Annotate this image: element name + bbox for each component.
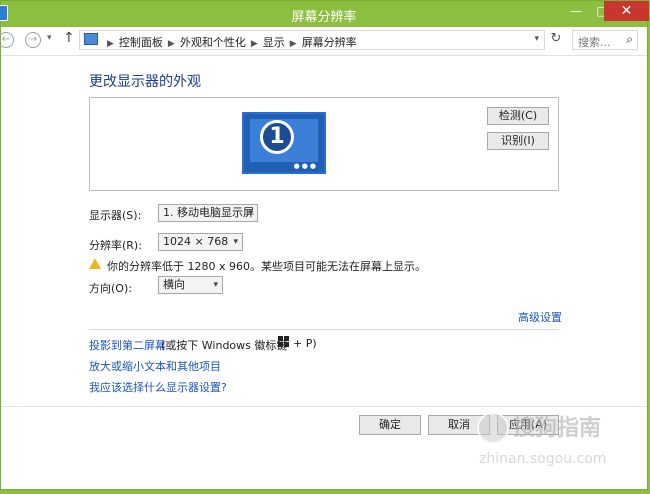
display-preview: 1 ●●● 检测(C) 识别(I) xyxy=(89,97,559,191)
window-title: 屏幕分辨率 xyxy=(291,10,357,25)
advanced-settings-link[interactable]: 高级设置 xyxy=(518,309,562,325)
resolution-select[interactable]: 1024 × 768 ▾ xyxy=(158,233,243,251)
breadcrumb-appearance[interactable]: 外观和个性化 xyxy=(180,36,246,49)
control-panel-icon xyxy=(84,33,98,45)
display-label: 显示器(S): xyxy=(89,209,142,222)
warning-icon xyxy=(89,258,101,269)
refresh-icon[interactable]: ↻ xyxy=(547,31,565,49)
back-button[interactable]: ← xyxy=(0,32,14,48)
search-input[interactable]: 搜索... ⌕ xyxy=(572,30,638,50)
screen-resolution-window: 屏幕分辨率 — □ ✕ ← → ▾ ↑ ▶ 控制面板 ▶ 外观和个性化 ▶ 显示 ▶ 屏幕分辨… xyxy=(0,0,649,490)
breadcrumb-control-panel[interactable]: 控制面板 xyxy=(119,36,163,49)
project-shortcut-hint: (或按下 Windows 徽标键 xyxy=(161,339,288,352)
breadcrumb-screen-resolution[interactable]: 屏幕分辨率 xyxy=(302,36,357,49)
footer-divider xyxy=(1,406,647,407)
divider xyxy=(89,329,559,330)
chevron-right-icon: ▶ xyxy=(107,39,114,49)
orientation-label: 方向(O): xyxy=(89,282,132,295)
ok-button[interactable]: 确定 xyxy=(359,415,421,435)
resolution-label: 分辨率(R): xyxy=(89,239,142,252)
breadcrumb-display[interactable]: 显示 xyxy=(263,36,285,49)
page-title: 更改显示器的外观 xyxy=(89,74,201,90)
zoom-text-link[interactable]: 放大或缩小文本和其他项目 xyxy=(89,358,221,374)
minimize-button[interactable]: — xyxy=(563,1,589,21)
display-select-value: 1. 移动电脑显示屏 xyxy=(163,206,254,219)
display-select[interactable]: 1. 移动电脑显示屏 ▾ xyxy=(158,204,258,222)
search-placeholder: 搜索... xyxy=(578,36,611,49)
windows-logo-icon xyxy=(278,336,289,347)
watermark-logo-icon xyxy=(477,412,509,444)
resolution-warning: 你的分辨率低于 1280 x 960。某些项目可能无法在屏幕上显示。 xyxy=(107,260,426,273)
help-display-settings-link[interactable]: 我应该选择什么显示器设置? xyxy=(89,379,227,395)
recent-locations-icon[interactable]: ▾ xyxy=(47,33,52,43)
address-bar: ← → ▾ ↑ ▶ 控制面板 ▶ 外观和个性化 ▶ 显示 ▶ 屏幕分辨率 ▾ ↻ 搜索... … xyxy=(0,27,647,56)
project-second-screen-link[interactable]: 投影到第二屏幕 xyxy=(89,337,166,353)
breadcrumb: ▶ 控制面板 ▶ 外观和个性化 ▶ 显示 ▶ 屏幕分辨率 xyxy=(102,34,357,50)
chevron-right-icon: ▶ xyxy=(250,39,258,49)
chevron-right-icon: ▶ xyxy=(289,39,297,49)
chevron-down-icon: ▾ xyxy=(233,237,238,247)
up-arrow-icon[interactable]: ↑ xyxy=(63,30,75,46)
project-shortcut-key: + P) xyxy=(293,337,317,350)
path-box[interactable]: ▶ 控制面板 ▶ 外观和个性化 ▶ 显示 ▶ 屏幕分辨率 ▾ xyxy=(79,30,545,50)
close-button[interactable]: ✕ xyxy=(604,1,649,21)
orientation-select[interactable]: 横向 ▾ xyxy=(158,276,223,294)
watermark-text: 搜狗指南 xyxy=(513,416,602,441)
identify-button[interactable]: 识别(I) xyxy=(487,132,549,150)
chevron-right-icon: ▶ xyxy=(167,39,175,49)
watermark-url: zhinan.sogou.com xyxy=(479,451,607,467)
chevron-down-icon[interactable]: ▾ xyxy=(534,34,539,44)
detect-button[interactable]: 检测(C) xyxy=(487,107,549,125)
monitor-dots-icon: ●●● xyxy=(293,162,318,170)
orientation-select-value: 横向 xyxy=(163,278,185,291)
forward-button[interactable]: → xyxy=(25,32,41,48)
resolution-select-value: 1024 × 768 xyxy=(163,235,229,248)
monitor-icon[interactable]: 1 ●●● xyxy=(242,112,326,174)
search-icon[interactable]: ⌕ xyxy=(626,32,633,47)
chevron-down-icon: ▾ xyxy=(248,208,253,218)
title-bar[interactable]: 屏幕分辨率 — □ ✕ xyxy=(0,1,649,27)
monitor-number: 1 xyxy=(260,120,294,154)
chevron-down-icon: ▾ xyxy=(213,280,218,290)
